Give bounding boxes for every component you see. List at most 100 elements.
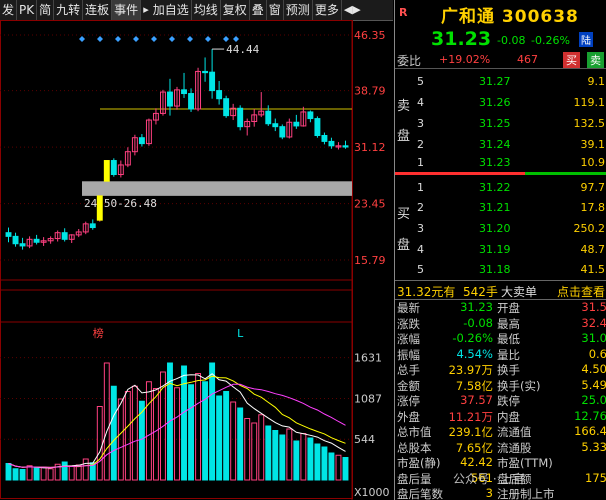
toolbar-expand-icon[interactable]: ▸ bbox=[141, 0, 151, 20]
sell-level-row[interactable]: 5 31.27 9.1 bbox=[395, 71, 606, 92]
event-diamond-icon[interactable] bbox=[233, 36, 239, 42]
stat-label: 流通值 bbox=[497, 425, 532, 439]
stat-label: 盘后笔数 bbox=[397, 487, 443, 500]
event-mark-l[interactable]: L bbox=[237, 327, 244, 340]
volume-bar bbox=[237, 407, 244, 481]
volume-bar bbox=[33, 467, 40, 481]
event-diamond-icon[interactable] bbox=[151, 36, 157, 42]
event-diamond-icon[interactable] bbox=[115, 36, 121, 42]
candle-body bbox=[265, 110, 272, 125]
candle-body bbox=[33, 238, 40, 243]
buy-button[interactable]: 买 bbox=[563, 52, 580, 68]
level-volume: 41.5 bbox=[580, 263, 606, 276]
stat-label: 市盈(TTM) bbox=[497, 456, 553, 470]
toolbar-item-adjust[interactable]: 复权 bbox=[221, 0, 250, 20]
sell-level-row[interactable]: 4 31.26 119.1 bbox=[395, 92, 606, 113]
event-diamond-icon[interactable] bbox=[205, 36, 211, 42]
sell-button[interactable]: 卖 bbox=[587, 52, 604, 68]
level-number: 4 bbox=[417, 96, 424, 109]
stat-label: 注册制上市 bbox=[497, 487, 555, 500]
sell-level-row[interactable]: 3 31.25 132.5 bbox=[395, 113, 606, 134]
stat-label: 外盘 bbox=[397, 409, 420, 424]
buy-level-row[interactable]: 4 31.19 48.7 bbox=[395, 239, 606, 260]
stat-value: 4.54% bbox=[456, 346, 493, 361]
stat-label: 总市值 bbox=[397, 425, 432, 439]
toolbar-item-lianban[interactable]: 连板 bbox=[83, 0, 113, 20]
toolbar-item-forecast[interactable]: 预测 bbox=[284, 0, 313, 20]
volume-bar bbox=[265, 425, 272, 481]
event-diamond-icon[interactable] bbox=[97, 36, 103, 42]
toolbar-item-add-favorite[interactable]: 加自选 bbox=[151, 0, 192, 20]
candle-body bbox=[96, 195, 103, 221]
volume-bar bbox=[335, 454, 342, 481]
buy-level-row[interactable]: 3 31.20 250.2 bbox=[395, 218, 606, 239]
event-diamond-icon[interactable] bbox=[133, 36, 139, 42]
candle-body bbox=[209, 71, 216, 92]
toolbar-item-fa[interactable]: 发 bbox=[0, 0, 18, 20]
big-deal-hands: 542手 bbox=[463, 285, 498, 299]
kline-chart[interactable]: 46.35 38.79 31.12 23.45 15.79 1631 1087 544 X100… bbox=[0, 20, 393, 500]
weicha-value: 467 bbox=[517, 53, 538, 66]
volume-bar bbox=[328, 452, 335, 481]
stat-label: 涨停 bbox=[397, 394, 420, 408]
event-diamond-icon[interactable] bbox=[79, 36, 85, 42]
level-volume: 39.1 bbox=[580, 138, 606, 151]
level-price: 31.19 bbox=[479, 243, 511, 256]
level-price: 31.26 bbox=[479, 96, 511, 109]
toolbar-item-more[interactable]: 更多 bbox=[313, 0, 342, 20]
event-diamond-icon[interactable] bbox=[187, 36, 193, 42]
volume-bar bbox=[202, 381, 209, 481]
level-price: 31.21 bbox=[479, 201, 511, 214]
volume-bar bbox=[19, 469, 26, 481]
volume-bar bbox=[174, 387, 180, 481]
level-price: 31.24 bbox=[479, 138, 511, 151]
toolbar-item-pk[interactable]: PK bbox=[17, 0, 38, 20]
candle-body bbox=[61, 232, 68, 240]
toolbar-item-events[interactable]: 事件 bbox=[112, 0, 142, 20]
event-diamond-icon[interactable] bbox=[169, 36, 175, 42]
price-row: 31.23 -0.08 -0.26% 陆 bbox=[395, 28, 606, 50]
stats-row: 涨幅 -0.26% 最低 31.0 bbox=[395, 331, 606, 347]
buy-level-row[interactable]: 2 31.21 17.8 bbox=[395, 197, 606, 218]
stat-label: 最低 bbox=[497, 332, 520, 346]
toolbar-item-jian[interactable]: 简 bbox=[37, 0, 55, 20]
big-deal-view-link[interactable]: 点击查看 bbox=[557, 283, 605, 300]
stat-value: 31.23 bbox=[460, 300, 493, 314]
stat-value: 42.42 bbox=[460, 455, 493, 469]
buy-level-row[interactable]: 5 31.18 41.5 bbox=[395, 259, 606, 280]
volume-bar bbox=[75, 464, 82, 481]
quote-title-row: R 广和通 300638 bbox=[395, 0, 606, 27]
sell-level-row[interactable]: 1 31.23 10.9 bbox=[395, 152, 606, 173]
level-number: 3 bbox=[417, 222, 424, 235]
volume-bar bbox=[12, 468, 19, 481]
stat-label: 换手 bbox=[497, 363, 520, 377]
stat-value: 23.97万 bbox=[448, 363, 493, 377]
stat-value: 5.49 bbox=[581, 377, 606, 392]
weibi-label: 委比 bbox=[397, 54, 422, 68]
volume-bar bbox=[342, 457, 349, 481]
ask-ratio-segment bbox=[525, 172, 606, 175]
quote-panel: R 广和通 300638 31.23 -0.08 -0.26% 陆 委比 +19… bbox=[394, 0, 606, 500]
toolbar-item-window[interactable]: 窗 bbox=[267, 0, 284, 20]
toolbar-item-overlay[interactable]: 叠 bbox=[250, 0, 267, 20]
toolbar-item-jiuzhuan[interactable]: 九转 bbox=[54, 0, 84, 20]
event-diamond-icon[interactable] bbox=[223, 36, 229, 42]
stat-label: 最高 bbox=[497, 316, 520, 331]
buy-level-row[interactable]: 1 31.22 97.7 bbox=[395, 177, 606, 198]
stat-value: 5.33 bbox=[581, 439, 606, 454]
volume-bar bbox=[152, 388, 159, 481]
volume-bar bbox=[244, 418, 251, 481]
level-number: 3 bbox=[417, 117, 424, 130]
event-mark-bang[interactable]: 榜 bbox=[93, 326, 104, 340]
volume-bar bbox=[131, 385, 138, 481]
stats-row: 金额 7.58亿 换手(实) 5.49 bbox=[395, 378, 606, 394]
volume-axis-label: 1087 bbox=[354, 392, 382, 405]
stats-row: 盘后笔数 3 注册制上市 bbox=[395, 486, 606, 500]
level-price: 31.22 bbox=[479, 181, 511, 194]
gap-label: 24.50-26.48 bbox=[84, 197, 157, 210]
level-price: 31.18 bbox=[479, 263, 511, 276]
play-toggle-icon[interactable]: ◀▶ bbox=[342, 0, 363, 20]
toolbar-item-ma[interactable]: 均线 bbox=[192, 0, 221, 20]
stats-row: 振幅 4.54% 量比 0.6 bbox=[395, 347, 606, 363]
stats-row: 涨跌 -0.08 最高 32.4 bbox=[395, 316, 606, 332]
